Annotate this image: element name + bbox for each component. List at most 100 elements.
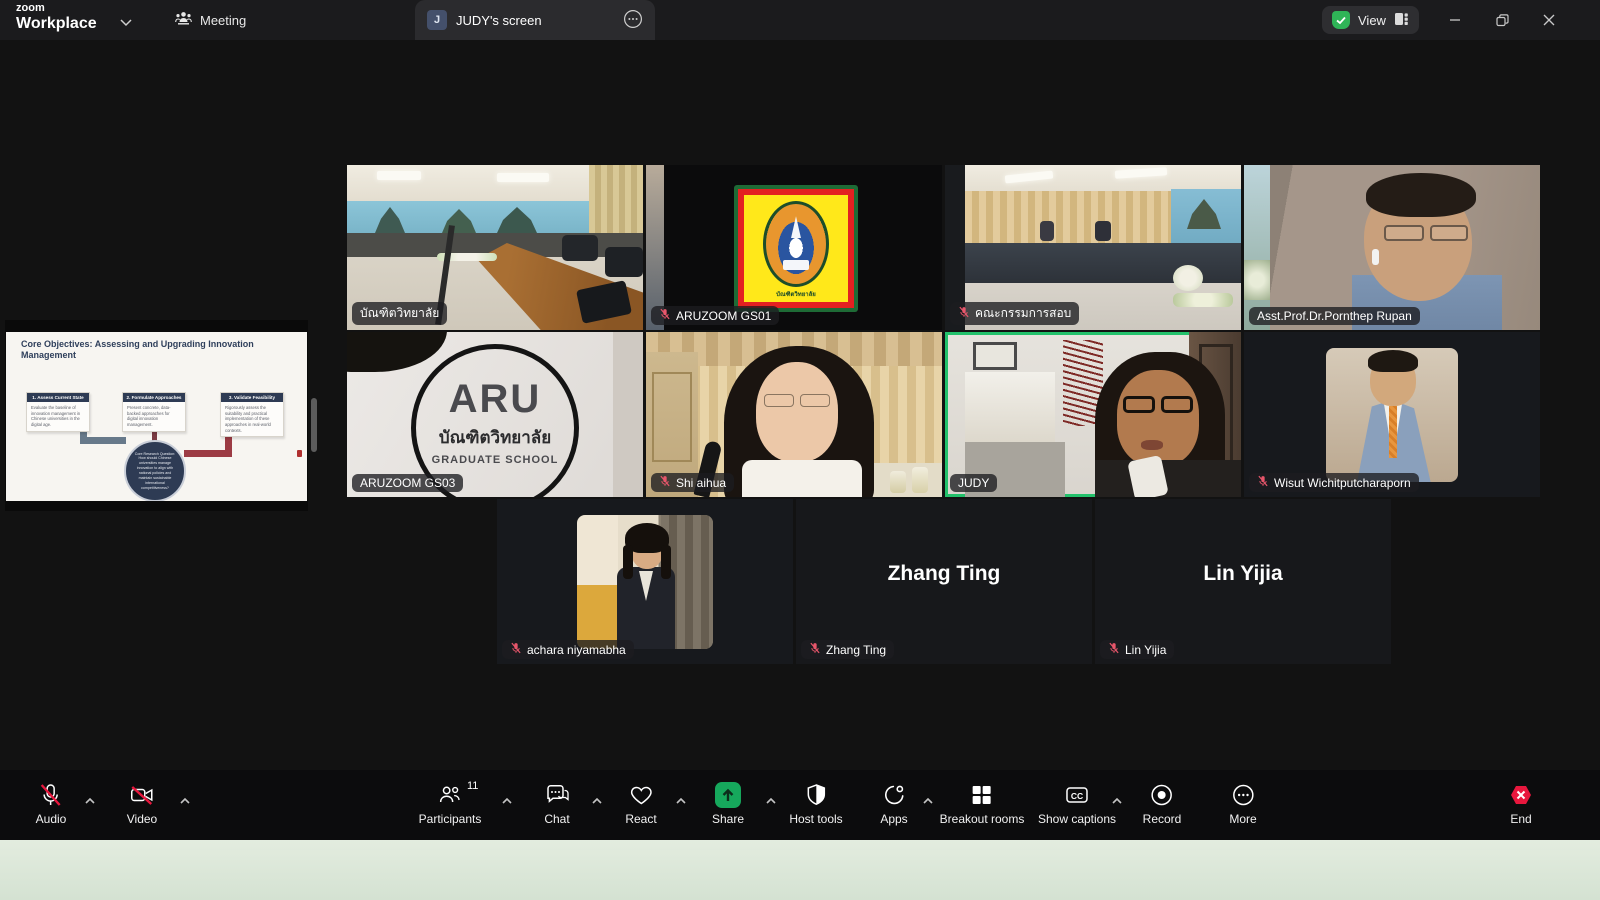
record-button[interactable]: Record: [1143, 782, 1182, 826]
breakout-rooms-button[interactable]: Breakout rooms: [940, 782, 1025, 826]
react-chevron-icon[interactable]: [675, 792, 687, 810]
shared-screen-preview[interactable]: Core Objectives: Assessing and Upgrading…: [5, 320, 308, 511]
participants-chevron-icon[interactable]: [501, 792, 513, 810]
close-button[interactable]: [1526, 0, 1572, 40]
meeting-people-icon: [175, 11, 192, 29]
apps-button[interactable]: Apps: [880, 782, 907, 826]
captions-icon: CC: [1064, 782, 1090, 808]
photo-hair-side: [661, 545, 671, 579]
participant-name: Lin Yijia: [1125, 643, 1166, 657]
photo-hair-side: [623, 545, 633, 579]
logo-line1: zoom: [16, 3, 97, 14]
scene-light: [497, 173, 549, 182]
tab-judys-screen[interactable]: J JUDY's screen: [415, 0, 655, 40]
scene-bottle: [912, 467, 928, 493]
tab-options-icon[interactable]: [623, 9, 643, 32]
record-label: Record: [1143, 812, 1182, 826]
video-tile-wisut[interactable]: Wisut Wichitputcharaporn: [1244, 332, 1540, 497]
video-options-chevron-icon[interactable]: [179, 792, 191, 810]
more-button[interactable]: More: [1229, 782, 1256, 826]
participant-name: Shi aihua: [676, 476, 726, 490]
video-tile-zhang-ting[interactable]: Zhang Ting Zhang Ting: [796, 499, 1092, 664]
restore-button[interactable]: [1479, 0, 1525, 40]
participants-label: Participants: [419, 812, 482, 826]
breakout-rooms-label: Breakout rooms: [940, 812, 1025, 826]
slide-box-heading: 1. Assess Current State: [27, 393, 89, 402]
video-tile-achara[interactable]: achara niyamabha: [497, 499, 793, 664]
person-earbud: [1372, 249, 1379, 265]
chevron-down-icon[interactable]: [120, 14, 132, 32]
mic-muted-icon: [809, 642, 821, 657]
participant-name: Zhang Ting: [826, 643, 886, 657]
participant-display-name: Lin Yijia: [1095, 562, 1391, 586]
scene-window: [965, 372, 1055, 442]
end-label: End: [1510, 812, 1531, 826]
heart-icon: [628, 782, 654, 808]
chat-chevron-icon[interactable]: [591, 792, 603, 810]
participants-button[interactable]: 11 Participants: [419, 782, 482, 826]
video-tile-bandit-witthayalai[interactable]: บัณฑิตวิทยาลัย: [347, 165, 643, 330]
end-button[interactable]: End: [1508, 782, 1534, 826]
host-tools-button[interactable]: Host tools: [789, 782, 842, 826]
view-button[interactable]: View: [1322, 6, 1419, 34]
video-tile-aruzoom-gs01[interactable]: บัณฑิตวิทยาลัย ARUZOOM GS01: [646, 165, 942, 330]
participant-name: Wisut Wichitputcharaporn: [1274, 476, 1411, 490]
react-label: React: [625, 812, 656, 826]
scene-chair: [605, 247, 643, 277]
react-button[interactable]: React: [625, 782, 656, 826]
slide-box-2: 2. Formulate Approaches Present concrete…: [122, 392, 186, 432]
zoom-workplace-logo: zoom Workplace: [16, 3, 97, 32]
apps-icon: [881, 782, 907, 808]
scene-light: [377, 171, 421, 180]
participant-nameplate: คณะกรรมการสอบ: [950, 302, 1079, 325]
more-label: More: [1229, 812, 1256, 826]
share-chevron-icon[interactable]: [765, 792, 777, 810]
photo-hair: [1368, 350, 1418, 372]
emblem-base: [783, 260, 809, 270]
video-tile-aruzoom-gs03[interactable]: ARU บัณฑิตวิทยาลัย GRADUATE SCHOOL ARUZO…: [347, 332, 643, 497]
scene-flowers: [1173, 265, 1203, 291]
captions-chevron-icon[interactable]: [1111, 792, 1123, 810]
scene-window-frame: [652, 372, 692, 462]
slide-box-1: 1. Assess Current State Evaluate the bas…: [26, 392, 90, 432]
person-hair: [1366, 173, 1476, 217]
chat-button[interactable]: Chat: [544, 782, 570, 826]
video-tile-lin-yijia[interactable]: Lin Yijia Lin Yijia: [1095, 499, 1391, 664]
person-glasses: [1123, 396, 1155, 413]
mic-muted-icon: [510, 642, 522, 657]
record-icon: [1149, 782, 1175, 808]
scene-window-left: [1244, 165, 1270, 330]
apps-chevron-icon[interactable]: [922, 792, 934, 810]
video-tile-judy[interactable]: JUDY: [945, 332, 1241, 497]
scene-plants: [1244, 260, 1270, 300]
mic-muted-icon: [958, 306, 970, 321]
share-label: Share: [712, 812, 744, 826]
video-button[interactable]: Video: [127, 782, 157, 826]
scene-dark-corner: [347, 332, 447, 372]
video-tile-committee[interactable]: คณะกรรมการสอบ: [945, 165, 1241, 330]
slide-title: Core Objectives: Assessing and Upgrading…: [21, 339, 281, 362]
mic-muted-icon: [659, 308, 671, 323]
video-tile-shi-aihua[interactable]: Shi aihua: [646, 332, 942, 497]
view-label: View: [1358, 13, 1386, 28]
avatar: J: [427, 10, 447, 30]
logo-yellow-field: บัณฑิตวิทยาลัย: [744, 195, 848, 302]
preview-scrollbar[interactable]: [311, 398, 317, 452]
minimize-button[interactable]: [1432, 0, 1478, 40]
show-captions-button[interactable]: CC Show captions: [1038, 782, 1116, 826]
video-tile-pornthep[interactable]: Asst.Prof.Dr.Pornthep Rupan: [1244, 165, 1540, 330]
person-face: [1117, 370, 1199, 466]
security-shield-icon: [1332, 11, 1350, 29]
audio-button[interactable]: Audio: [36, 782, 67, 826]
participant-name: ARUZOOM GS01: [676, 309, 771, 323]
participant-display-name: Zhang Ting: [796, 562, 1092, 586]
tab-meeting-label: Meeting: [200, 13, 246, 28]
zoom-meeting-window: zoom Workplace Meeting J JUDY's screen V…: [0, 0, 1600, 900]
mic-muted-icon: [1257, 475, 1269, 490]
tab-meeting[interactable]: Meeting: [165, 0, 256, 40]
photo-tie: [1389, 406, 1397, 458]
share-button[interactable]: Share: [712, 782, 744, 826]
apps-label: Apps: [880, 812, 907, 826]
audio-options-chevron-icon[interactable]: [84, 792, 96, 810]
scene-bottle: [890, 471, 906, 493]
